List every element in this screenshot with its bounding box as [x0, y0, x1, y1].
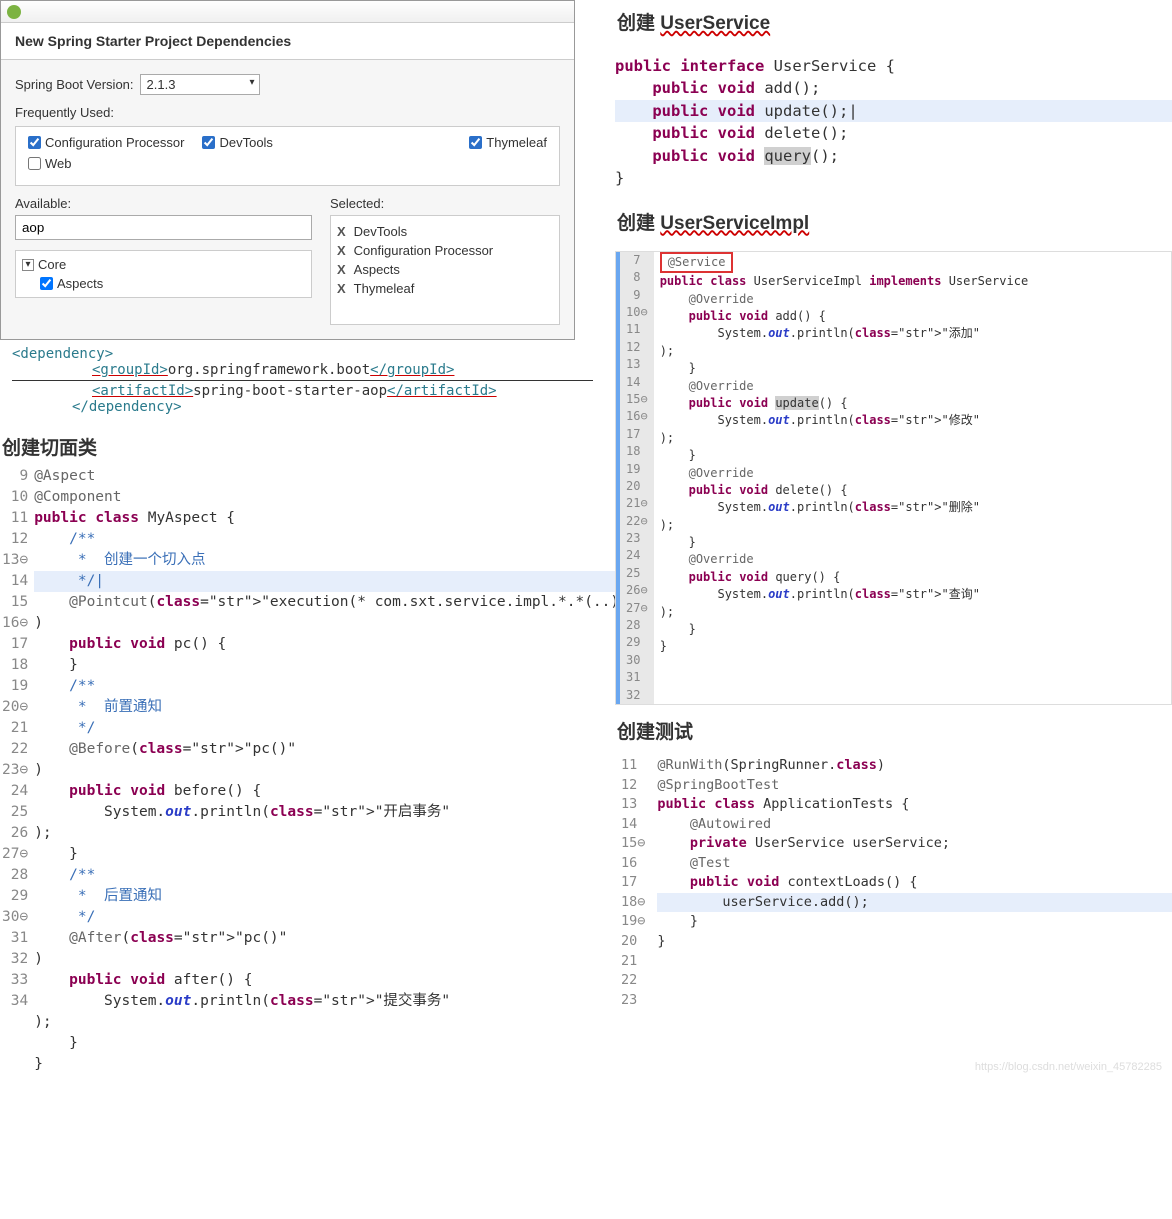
available-input[interactable]: [15, 215, 312, 240]
aspect-code: 910111213⊖141516⊖17181920⊖212223⊖2425262…: [0, 466, 605, 1075]
userserviceimpl-title: 创建 UserServiceImpl: [617, 208, 1172, 235]
dialog-title: New Spring Starter Project Dependencies: [15, 33, 560, 49]
check-config-processor[interactable]: Configuration Processor: [28, 135, 184, 150]
userservice-title: 创建 UserService: [617, 8, 1172, 35]
dialog-titlebar: [1, 1, 574, 23]
freq-used-box: Configuration Processor DevTools Thymele…: [15, 126, 560, 186]
sel-devtools[interactable]: XDevTools: [337, 222, 553, 241]
sel-thymeleaf[interactable]: XThymeleaf: [337, 279, 553, 298]
boot-version-dropdown[interactable]: 2.1.3: [140, 74, 260, 95]
xml-dependency-snippet: <dependency> <groupId>org.springframewor…: [0, 340, 605, 425]
test-title: 创建测试: [617, 717, 1172, 744]
freq-used-label: Frequently Used:: [15, 105, 554, 120]
impl-code: 7 8 9 10⊖11 12 13 14 15⊖16⊖17 18 19 20 2…: [615, 251, 1172, 705]
spring-starter-dialog: New Spring Starter Project Dependencies …: [0, 0, 575, 340]
boot-version-label: Spring Boot Version:: [15, 77, 134, 92]
watermark: https://blog.csdn.net/weixin_45782285: [975, 1061, 1162, 1073]
iface-code: public interface UserService { public vo…: [615, 55, 1172, 190]
sel-config-processor[interactable]: XConfiguration Processor: [337, 241, 553, 260]
available-tree: Core Aspects: [15, 250, 312, 298]
check-devtools[interactable]: DevTools: [202, 135, 272, 150]
check-thymeleaf[interactable]: Thymeleaf: [469, 135, 547, 150]
dialog-header: New Spring Starter Project Dependencies: [1, 23, 574, 60]
check-web[interactable]: Web: [28, 156, 72, 171]
selected-label: Selected:: [330, 196, 560, 211]
tree-aspects[interactable]: Aspects: [40, 276, 305, 291]
sel-aspects[interactable]: XAspects: [337, 260, 553, 279]
selected-list: XDevTools XConfiguration Processor XAspe…: [330, 215, 560, 325]
available-label: Available:: [15, 196, 312, 211]
tree-core[interactable]: Core: [22, 257, 305, 272]
aspect-title: 创建切面类: [2, 433, 605, 460]
spring-icon: [7, 5, 21, 19]
test-code: 11 12 13 14 15⊖16 17 18⊖19⊖20 21 22 23 @…: [615, 756, 1172, 1010]
